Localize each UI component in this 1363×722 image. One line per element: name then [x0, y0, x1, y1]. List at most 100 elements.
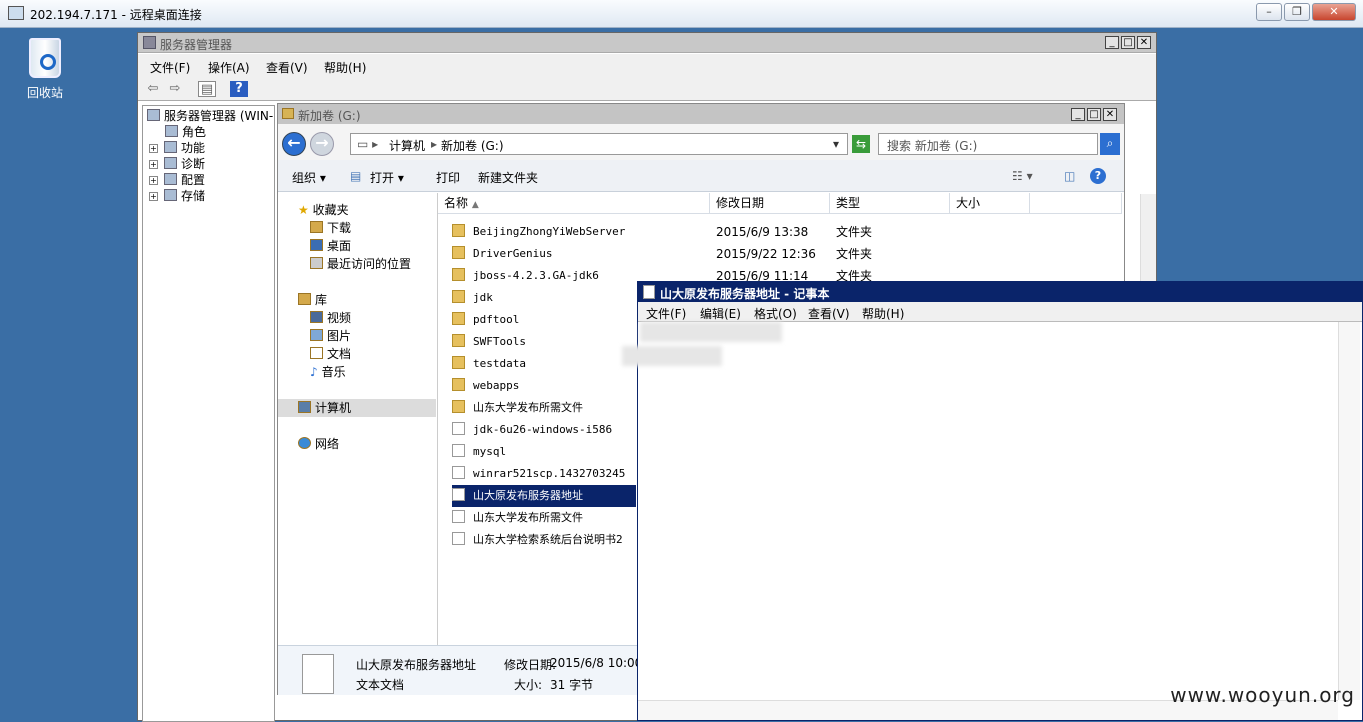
tree-item-features[interactable]: + 功能: [149, 140, 205, 156]
tree-item-roles[interactable]: 角色: [165, 124, 206, 140]
star-icon: ★: [298, 203, 309, 217]
file-name: 山东大学检索系统后台说明书2: [473, 533, 623, 546]
nav-desktop[interactable]: 桌面: [310, 237, 351, 255]
np-menu-edit[interactable]: 编辑(E): [700, 305, 741, 322]
documents-icon: [310, 347, 323, 359]
close-button[interactable]: ✕: [1312, 3, 1356, 21]
notepad-text-area[interactable]: [622, 322, 1338, 702]
search-input[interactable]: 搜索 新加卷 (G:): [878, 133, 1098, 155]
nav-libraries[interactable]: 库: [298, 291, 327, 309]
file-name: winrar521scp.1432703245: [473, 467, 626, 480]
file-name: BeijingZhongYiWebServer: [473, 225, 626, 238]
recycle-bin[interactable]: 回收站: [22, 38, 68, 101]
sm-close-button[interactable]: ✕: [1137, 36, 1151, 49]
breadcrumb-drive[interactable]: 新加卷 (G:): [441, 137, 504, 154]
preview-pane-icon[interactable]: ◫: [1064, 169, 1075, 183]
nav-documents[interactable]: 文档: [310, 345, 351, 363]
notepad-title: 山大原发布服务器地址 - 记事本: [660, 287, 830, 301]
np-menu-format[interactable]: 格式(O): [754, 305, 797, 322]
sm-maximize-button[interactable]: □: [1121, 36, 1135, 49]
file-row[interactable]: 山大原发布服务器地址: [452, 485, 636, 507]
refresh-icon[interactable]: ⇆: [852, 135, 870, 153]
server-manager-title: 服务器管理器: [160, 38, 233, 52]
nav-videos[interactable]: 视频: [310, 309, 351, 327]
organize-button[interactable]: 组织 ▾: [292, 169, 326, 186]
breadcrumb-separator-icon: ▸: [431, 137, 438, 151]
tree-item-configuration[interactable]: + 配置: [149, 172, 205, 188]
file-icon: [452, 422, 465, 435]
file-row[interactable]: DriverGenius 2015/9/22 12:36 文件夹: [452, 243, 1112, 265]
tree-item-storage[interactable]: + 存储: [149, 188, 205, 204]
notepad-menu-bar: 文件(F) 编辑(E) 格式(O) 查看(V) 帮助(H): [638, 302, 1362, 322]
column-header-date[interactable]: 修改日期: [710, 193, 830, 214]
sm-menu-file[interactable]: 文件(F): [150, 59, 190, 76]
sm-minimize-button[interactable]: _: [1105, 36, 1119, 49]
tree-item-diagnostics[interactable]: + 诊断: [149, 156, 205, 172]
column-header-size[interactable]: 大小: [950, 193, 1030, 214]
view-options-icon[interactable]: ☷ ▾: [1012, 169, 1033, 183]
nav-music[interactable]: ♪ 音乐: [310, 363, 346, 381]
file-name: jdk-6u26-windows-i586: [473, 423, 613, 436]
nav-network[interactable]: 网络: [298, 435, 339, 453]
file-name: jboss-4.2.3.GA-jdk6: [473, 269, 599, 282]
minimize-button[interactable]: –: [1256, 3, 1282, 21]
sort-ascending-icon: ▲: [471, 200, 479, 210]
file-type: 文件夹: [836, 225, 873, 239]
help-icon[interactable]: ?: [1090, 168, 1106, 184]
sm-menu-action[interactable]: 操作(A): [208, 59, 250, 76]
ex-maximize-button[interactable]: □: [1087, 108, 1101, 121]
nav-computer[interactable]: 计算机: [278, 399, 436, 417]
file-row[interactable]: BeijingZhongYiWebServer 2015/6/9 13:38 文件夹: [452, 221, 1112, 243]
new-folder-button[interactable]: 新建文件夹: [478, 169, 538, 186]
explorer-title-bar: 新加卷 (G:) _ □ ✕: [278, 104, 1124, 124]
ex-close-button[interactable]: ✕: [1103, 108, 1117, 121]
storage-icon: [164, 189, 177, 201]
navigation-pane: ★ 收藏夹 下载 桌面 最近访问的位置 库 视频 图片 文档 ♪ 音乐 计算机 网…: [278, 193, 438, 645]
folder-icon: [452, 268, 465, 281]
forward-arrow-icon[interactable]: ⇨: [166, 81, 184, 97]
command-bar: 组织 ▾ ▤ 打开 ▾ 打印 新建文件夹 ☷ ▾ ◫ ?: [278, 160, 1124, 192]
nav-favorites[interactable]: ★ 收藏夹: [298, 201, 349, 219]
breadcrumb-computer[interactable]: 计算机: [389, 137, 425, 154]
file-name: testdata: [473, 357, 526, 370]
open-button[interactable]: 打开 ▾: [370, 169, 404, 186]
np-menu-file[interactable]: 文件(F): [646, 305, 686, 322]
folder-icon: [452, 378, 465, 391]
ex-minimize-button[interactable]: _: [1071, 108, 1085, 121]
console-tree-icon[interactable]: ▤: [198, 81, 216, 97]
nav-recent[interactable]: 最近访问的位置: [310, 255, 411, 273]
address-bar[interactable]: ▭ ▸ 计算机 ▸ 新加卷 (G:) ▾: [350, 133, 848, 155]
sm-menu-view[interactable]: 查看(V): [266, 59, 308, 76]
desktop-icon: [310, 239, 323, 251]
network-icon: [298, 437, 311, 449]
back-arrow-icon[interactable]: ⇦: [144, 81, 162, 97]
nav-pictures[interactable]: 图片: [310, 327, 351, 345]
file-name: jdk: [473, 291, 493, 304]
np-menu-view[interactable]: 查看(V): [808, 305, 850, 322]
computer-small-icon: ▭ ▸: [357, 137, 379, 151]
nav-downloads[interactable]: 下载: [310, 219, 351, 237]
restore-button[interactable]: ❐: [1284, 3, 1310, 21]
redacted-text-line-1: [640, 322, 782, 342]
notepad-window: 山大原发布服务器地址 - 记事本 文件(F) 编辑(E) 格式(O) 查看(V)…: [622, 281, 1363, 721]
recycle-bin-label: 回收站: [26, 86, 63, 100]
folder-icon: [452, 246, 465, 259]
tree-item-root[interactable]: 服务器管理器 (WIN-: [147, 108, 273, 124]
drive-icon: [282, 108, 294, 119]
search-icon[interactable]: ⌕: [1100, 133, 1120, 155]
search-placeholder: 搜索 新加卷 (G:): [887, 139, 978, 153]
address-dropdown-icon[interactable]: ▾: [833, 137, 839, 151]
file-name: pdftool: [473, 313, 520, 326]
forward-button[interactable]: →: [310, 132, 334, 156]
file-icon: [452, 532, 465, 545]
column-header-name[interactable]: 名称 ▲: [438, 193, 710, 214]
column-header-type[interactable]: 类型: [830, 193, 950, 214]
np-menu-help[interactable]: 帮助(H): [862, 305, 904, 322]
print-button[interactable]: 打印: [436, 169, 460, 186]
sm-menu-help[interactable]: 帮助(H): [324, 59, 366, 76]
pictures-icon: [310, 329, 323, 341]
help-icon[interactable]: ?: [230, 81, 248, 97]
notepad-vertical-scrollbar[interactable]: [1338, 322, 1360, 700]
back-button[interactable]: ←: [282, 132, 306, 156]
file-icon: [452, 466, 465, 479]
